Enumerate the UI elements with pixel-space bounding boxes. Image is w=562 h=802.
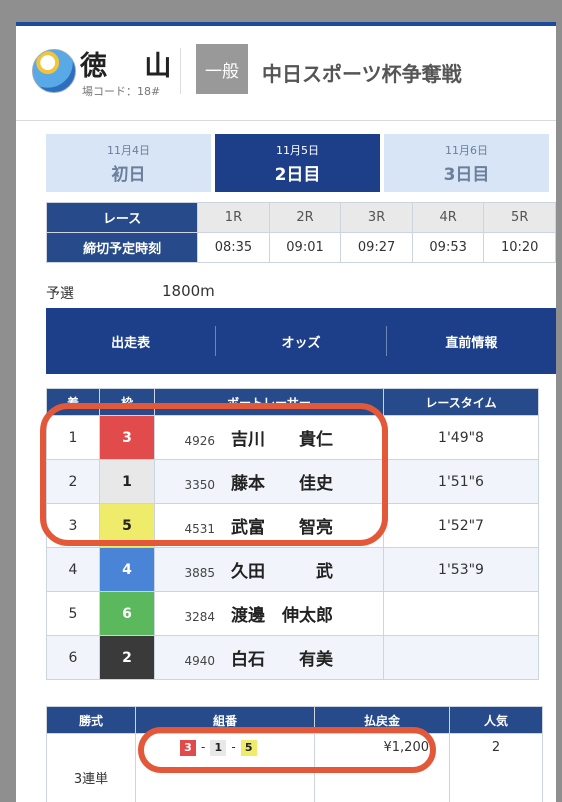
day-tab-3[interactable]: 11月6日 3日目 (384, 134, 549, 192)
bet-type-header: 勝式 (46, 706, 136, 734)
day-date: 11月6日 (445, 143, 488, 157)
racer-reg-number: 3284 (184, 610, 215, 624)
race-condition: 予選 1800m (46, 282, 215, 303)
highlight-top3-ring (40, 403, 388, 546)
day-label: 2日目 (274, 164, 321, 185)
deadline-time: 09:53 (411, 232, 485, 263)
boat-number: 4 (99, 547, 155, 592)
racer-name[interactable]: 白石 有美 (231, 645, 339, 670)
racer-cell: 3284 渡邊 伸太郎 (154, 591, 384, 636)
racer-reg-number: 4940 (184, 654, 215, 668)
result-row: 4 4 3885 久田 武 1'53"9 (46, 547, 539, 592)
race-time (383, 591, 539, 636)
deadline-time: 09:27 (340, 232, 413, 263)
day-date: 11月5日 (276, 143, 319, 157)
popularity: 2 (449, 733, 543, 802)
race-type: 予選 (46, 286, 74, 302)
day-tabs: 11月4日 初日 11月5日 2日目 11月6日 3日目 (46, 134, 556, 192)
day-tab-1[interactable]: 11月4日 初日 (46, 134, 211, 192)
race-link-5r[interactable]: 5R (483, 202, 556, 233)
header-divider (180, 48, 181, 94)
race-result-page: 徳 山 場コード：18# 一般 中日スポーツ杯争奪戦 11月4日 初日 11月5… (16, 22, 556, 802)
popularity-header: 人気 (449, 706, 543, 734)
race-link-1r[interactable]: 1R (197, 202, 270, 233)
boat-number: 6 (99, 591, 155, 636)
day-label: 初日 (111, 164, 146, 185)
tab-entry-list[interactable]: 出走表 (46, 332, 215, 351)
deadline-time: 08:35 (197, 232, 270, 263)
venue-header: 徳 山 場コード：18# 一般 中日スポーツ杯争奪戦 (16, 26, 556, 121)
racer-name[interactable]: 渡邊 伸太郎 (231, 601, 339, 626)
highlight-payout-ring (138, 727, 436, 773)
racer-cell: 4940 白石 有美 (154, 635, 384, 680)
result-row: 5 6 3284 渡邊 伸太郎 (46, 591, 539, 636)
race-info-tabs: 出走表 オッズ 直前情報 (46, 308, 556, 374)
racer-cell: 3885 久田 武 (154, 547, 384, 592)
race-time: 1'51"6 (383, 459, 539, 504)
race-time: 1'49"8 (383, 415, 539, 460)
finish-rank: 6 (46, 635, 100, 680)
day-label: 3日目 (443, 164, 490, 185)
deadline-time: 09:01 (268, 232, 342, 263)
race-link-3r[interactable]: 3R (340, 202, 413, 233)
racer-reg-number: 3885 (184, 566, 215, 580)
result-row: 6 2 4940 白石 有美 (46, 635, 539, 680)
day-tab-2[interactable]: 11月5日 2日目 (215, 134, 380, 192)
race-time: 1'53"9 (383, 547, 539, 592)
bet-type: 3連単 (46, 733, 136, 802)
tab-pre-race-info[interactable]: 直前情報 (387, 332, 556, 351)
tab-odds[interactable]: オッズ (216, 332, 385, 351)
venue-name: 徳 山 (80, 51, 186, 82)
race-link-4r[interactable]: 4R (411, 202, 485, 233)
race-schedule-table: レース 1R 2R 3R 4R 5R 締切予定時刻 08:35 09:01 09… (45, 202, 556, 263)
finish-rank: 4 (46, 547, 100, 592)
deadline-header: 締切予定時刻 (45, 232, 199, 263)
boat-number: 2 (99, 635, 155, 680)
racer-name[interactable]: 久田 武 (231, 557, 339, 582)
day-date: 11月4日 (107, 143, 150, 157)
venue-logo-icon (32, 49, 76, 93)
finish-rank: 5 (46, 591, 100, 636)
race-grade-badge: 一般 (196, 44, 248, 94)
venue-code: 場コード：18# (82, 85, 161, 98)
race-title: 中日スポーツ杯争奪戦 (262, 62, 462, 86)
race-header: レース (45, 202, 199, 233)
race-time: 1'52"7 (383, 503, 539, 548)
race-link-2r[interactable]: 2R (268, 202, 342, 233)
race-distance: 1800m (162, 282, 215, 300)
race-time (383, 635, 539, 680)
deadline-time: 10:20 (483, 232, 556, 263)
time-header: レースタイム (383, 388, 539, 416)
